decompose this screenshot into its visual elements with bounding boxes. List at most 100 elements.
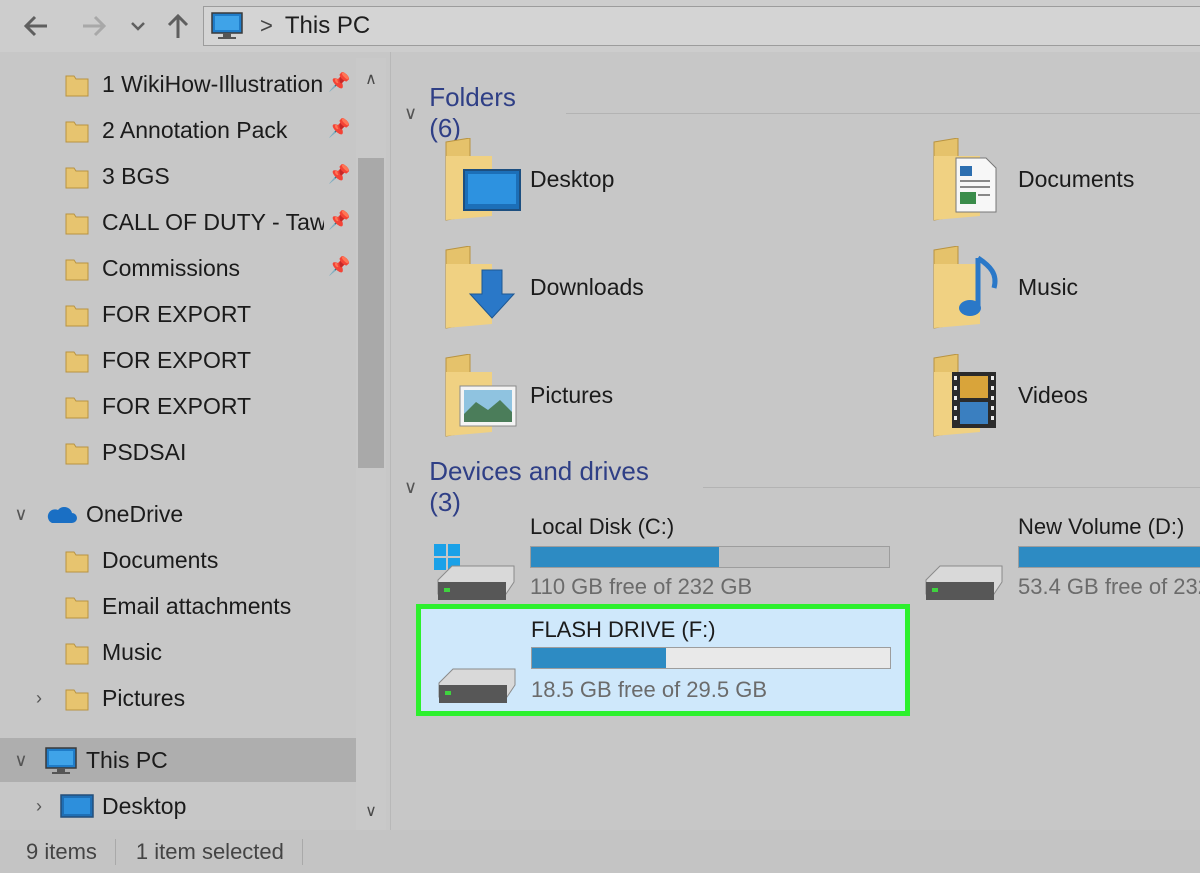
nav-item-annotation-pack[interactable]: 2 Annotation Pack 📌 (0, 108, 356, 152)
folder-tile-music[interactable]: Music (930, 246, 1200, 338)
recent-locations-button[interactable] (126, 8, 150, 44)
folder-tile-documents[interactable]: Documents (930, 138, 1200, 230)
drive-usage-bar (531, 647, 891, 669)
pin-icon: 📌 (328, 72, 351, 92)
section-divider (565, 112, 1200, 114)
nav-item-wikihow-illustration[interactable]: 1 WikiHow-Illustration 📌 (0, 62, 356, 106)
folder-tile-label: Videos (1018, 382, 1088, 408)
folders-section-title: Folders (6) (429, 82, 516, 143)
chevron-right-icon[interactable]: › (28, 688, 50, 709)
folder-tile-pictures[interactable]: Pictures (442, 354, 742, 446)
drive-tile-f[interactable]: FLASH DRIVE (F:) 18.5 GB free of 29.5 GB (416, 604, 910, 716)
music-folder-icon (933, 246, 998, 329)
folder-icon (65, 259, 89, 281)
scroll-thumb[interactable] (358, 158, 384, 468)
folder-tile-label: Documents (1018, 166, 1135, 192)
scroll-up-button[interactable]: ∧ (356, 64, 386, 94)
nav-item-label: Desktop (102, 792, 187, 819)
back-button[interactable] (18, 8, 54, 44)
nav-item-onedrive-pictures[interactable]: › Pictures (0, 676, 356, 720)
nav-item-commissions[interactable]: Commissions 📌 (0, 246, 356, 290)
nav-item-label: CALL OF DUTY - Tawa (102, 208, 324, 235)
nav-item-label: 3 BGS (102, 162, 170, 189)
nav-item-label: OneDrive (86, 500, 184, 527)
drive-free-space: 18.5 GB free of 29.5 GB (531, 677, 768, 702)
drive-name: FLASH DRIVE (F:) (531, 617, 716, 642)
chevron-right-icon[interactable]: › (28, 796, 50, 817)
folder-tile-label: Desktop (530, 166, 615, 192)
downloads-folder-icon (445, 246, 516, 329)
chevron-down-icon[interactable]: ∨ (404, 103, 417, 124)
drive-tile-c[interactable]: Local Disk (C:) 110 GB free of 232 GB (416, 506, 906, 602)
drive-name: Local Disk (C:) (530, 514, 675, 539)
folder-icon (65, 551, 89, 573)
drive-usage-fill (531, 547, 720, 567)
drive-tile-d[interactable]: New Volume (D:) 53.4 GB free of 232 (904, 506, 1200, 602)
nav-item-label: 2 Annotation Pack (102, 116, 288, 143)
nav-item-label: 1 WikiHow-Illustration (102, 70, 324, 97)
nav-item-onedrive-music[interactable]: Music (0, 630, 356, 674)
forward-button[interactable] (76, 8, 112, 44)
folder-icon (65, 443, 89, 465)
nav-item-label: This PC (86, 746, 168, 773)
folder-tile-label: Downloads (530, 274, 644, 300)
pin-icon: 📌 (328, 164, 351, 184)
pane-divider[interactable] (390, 52, 391, 830)
folder-icon (65, 643, 89, 665)
status-divider (301, 838, 303, 865)
address-toolbar: > This PC (0, 0, 1200, 52)
nav-item-label: Commissions (102, 254, 241, 281)
nav-item-psdsai[interactable]: PSDSAI (0, 430, 356, 474)
pictures-folder-icon (445, 354, 517, 437)
breadcrumb-this-pc[interactable]: This PC (285, 12, 370, 40)
chevron-down-icon[interactable]: ∨ (10, 750, 32, 771)
this-pc-icon (211, 12, 243, 39)
address-bar[interactable]: > This PC (203, 6, 1200, 46)
nav-scrollbar[interactable]: ∧ ∨ (356, 58, 386, 830)
chevron-down-icon[interactable]: ∨ (10, 504, 32, 525)
nav-item-desktop[interactable]: › Desktop (0, 784, 356, 828)
status-selection-count: 1 item selected (135, 838, 284, 864)
nav-item-label: Email attachments (102, 592, 292, 619)
arrow-left-icon (23, 15, 47, 37)
folder-tile-label: Music (1018, 274, 1079, 300)
drive-usage-bar (1018, 546, 1200, 568)
scroll-down-button[interactable]: ∨ (356, 796, 386, 826)
nav-item-onedrive[interactable]: ∨ OneDrive (0, 492, 356, 536)
windows-drive-icon (434, 544, 515, 600)
nav-item-onedrive-documents[interactable]: Documents (0, 538, 356, 582)
folder-icon (65, 305, 89, 327)
folder-icon (65, 397, 89, 419)
drive-free-space: 110 GB free of 232 GB (530, 574, 753, 599)
status-item-count: 9 items (26, 838, 97, 864)
drive-usage-fill (1019, 547, 1200, 567)
pin-icon: 📌 (328, 118, 351, 138)
folder-icon (65, 689, 89, 711)
drive-usage-bar (530, 546, 890, 568)
nav-item-label: PSDSAI (102, 438, 187, 465)
nav-item-email-attachments[interactable]: Email attachments (0, 584, 356, 628)
arrow-up-icon (167, 13, 189, 38)
nav-item-call-of-duty[interactable]: CALL OF DUTY - Tawa 📌 (0, 200, 356, 244)
folder-tile-downloads[interactable]: Downloads (442, 246, 742, 338)
nav-item-label: Pictures (102, 684, 186, 711)
drive-usage-fill (532, 648, 666, 668)
nav-item-label: FOR EXPORT (102, 300, 252, 327)
desktop-icon (60, 794, 94, 818)
folder-tile-label: Pictures (530, 382, 614, 408)
pin-icon: 📌 (328, 210, 351, 230)
navigation-pane: 1 WikiHow-Illustration 📌 2 Annotation Pa… (0, 58, 390, 830)
folder-tile-videos[interactable]: Videos (930, 354, 1200, 446)
up-button[interactable] (160, 8, 196, 44)
hard-drive-icon (925, 565, 1003, 600)
nav-item-bgs[interactable]: 3 BGS 📌 (0, 154, 356, 198)
nav-item-for-export-1[interactable]: FOR EXPORT (0, 292, 356, 336)
chevron-down-icon[interactable]: ∨ (404, 477, 417, 498)
nav-item-for-export-2[interactable]: FOR EXPORT (0, 338, 356, 382)
nav-item-for-export-3[interactable]: FOR EXPORT (0, 384, 356, 428)
section-divider (702, 486, 1200, 488)
nav-item-this-pc[interactable]: ∨ This PC (0, 738, 356, 782)
folders-section-header[interactable]: ∨ Folders (6) (404, 82, 1200, 144)
folder-icon (65, 167, 89, 189)
folder-tile-desktop[interactable]: Desktop (442, 138, 742, 230)
